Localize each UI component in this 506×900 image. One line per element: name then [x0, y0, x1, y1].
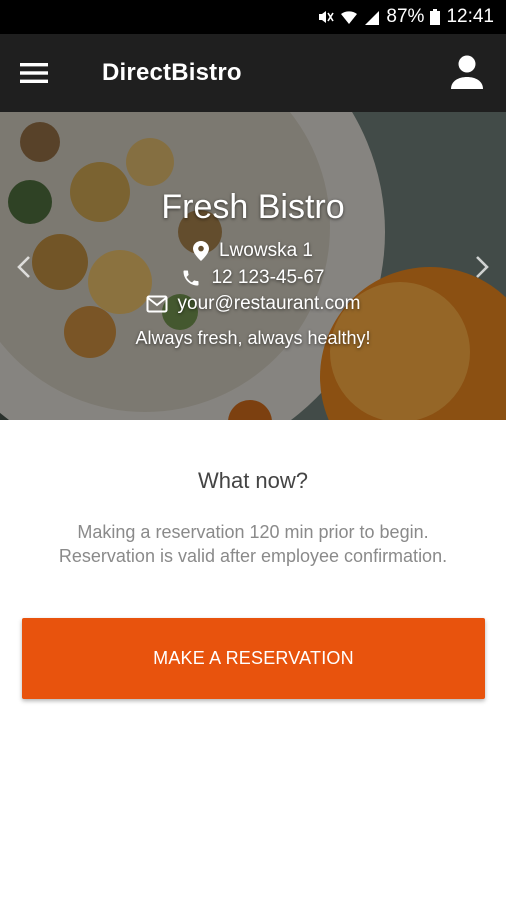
account-button[interactable] — [450, 54, 484, 90]
mail-icon — [146, 295, 168, 313]
wifi-icon — [340, 8, 358, 26]
address-row: Lwowska 1 — [0, 240, 506, 262]
account-icon — [451, 55, 483, 89]
section-heading: What now? — [197, 468, 309, 493]
reservation-info: Making a reservation 120 min prior to be… — [0, 520, 506, 568]
make-reservation-button[interactable]: MAKE A RESERVATION — [22, 618, 485, 699]
next-slide-button[interactable] — [466, 252, 496, 282]
restaurant-info: Fresh Bistro Lwowska 1 12 123-45-67 your… — [0, 112, 506, 420]
status-bar: 87% 12:41 — [0, 0, 506, 34]
email-text: your@restaurant.com — [177, 293, 361, 314]
hamburger-menu-icon — [20, 63, 48, 83]
chevron-right-icon — [476, 256, 489, 278]
info-line-2: Reservation is valid after employee conf… — [58, 546, 448, 566]
email-row: your@restaurant.com — [0, 293, 506, 315]
phone-text: 12 123-45-67 — [211, 267, 325, 288]
previous-slide-button[interactable] — [10, 252, 40, 282]
app-bar: DirectBistro — [0, 34, 506, 112]
chevron-left-icon — [17, 256, 30, 278]
phone-row: 12 123-45-67 — [0, 267, 506, 289]
hero-banner: Fresh Bistro Lwowska 1 12 123-45-67 your… — [0, 112, 506, 420]
status-icons: 87% 12:41 — [316, 0, 494, 34]
info-line-1: Making a reservation 120 min prior to be… — [77, 522, 429, 542]
mute-icon — [316, 8, 335, 26]
tagline: Always fresh, always healthy! — [135, 328, 371, 348]
phone-icon — [181, 268, 201, 288]
battery-icon — [430, 8, 441, 26]
restaurant-name: Fresh Bistro — [161, 188, 345, 226]
location-pin-icon — [193, 241, 209, 261]
signal-icon — [364, 8, 380, 26]
app-title: DirectBistro — [102, 59, 242, 86]
address-text: Lwowska 1 — [219, 240, 313, 261]
menu-button[interactable] — [20, 61, 48, 85]
clock: 12:41 — [446, 6, 494, 27]
battery-percent: 87% — [386, 6, 425, 27]
